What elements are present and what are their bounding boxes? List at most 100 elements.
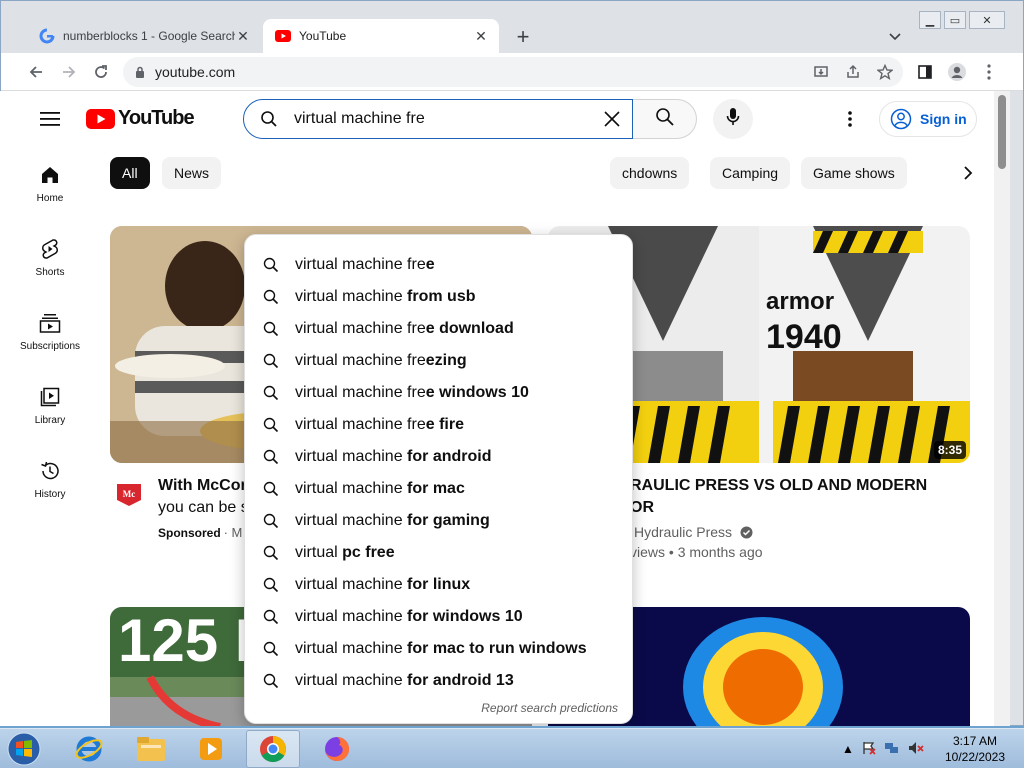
media-player-icon[interactable] (184, 730, 238, 768)
firefox-icon[interactable] (310, 730, 364, 768)
back-button[interactable] (22, 58, 50, 86)
action-center-flag-icon[interactable] (862, 741, 876, 758)
history-icon (39, 459, 61, 483)
suggestion-item[interactable]: virtual machine for gaming (245, 505, 632, 537)
video-duration-badge: 8:35 (933, 441, 966, 459)
volume-muted-icon[interactable] (908, 741, 924, 758)
suggestion-item[interactable]: virtual machine fre e windows 10 (245, 377, 632, 409)
sidebar-item-home[interactable]: Home (4, 147, 96, 221)
chip-game-shows[interactable]: Game shows (801, 157, 907, 189)
search-icon (263, 673, 279, 689)
suggestion-item[interactable]: virtual machine fre ezing (245, 345, 632, 377)
suggestion-item[interactable]: virtual machine from usb (245, 281, 632, 313)
advertiser-logo[interactable]: Mc (113, 480, 145, 508)
address-bar[interactable]: youtube.com (123, 57, 903, 87)
chevron-right-icon[interactable] (952, 157, 984, 189)
suggestion-prefix: virtual machine (295, 640, 408, 657)
internet-explorer-icon[interactable] (62, 730, 116, 768)
suggestion-item[interactable]: virtual pc free (245, 537, 632, 569)
suggestion-completion: pc free (342, 544, 395, 561)
sidebar-item-history[interactable]: History (4, 443, 96, 517)
page-scrollbar[interactable] (994, 91, 1010, 726)
filter-chips-bar: All News chdowns Camping Game shows (110, 157, 980, 189)
chrome-icon[interactable] (246, 730, 300, 768)
suggestion-item[interactable]: virtual machine fre e (245, 249, 632, 281)
system-clock[interactable]: 3:17 AM 10/22/2023 (940, 733, 1010, 765)
suggestion-completion: e windows 10 (425, 384, 529, 401)
microphone-icon (726, 107, 740, 132)
bookmark-star-icon[interactable] (871, 58, 899, 86)
profile-avatar-icon[interactable] (943, 58, 971, 86)
browser-toolbar: youtube.com (1, 53, 1023, 91)
close-tab-icon[interactable]: ✕ (235, 28, 251, 44)
suggestion-item[interactable]: virtual machine for android 13 (245, 665, 632, 697)
file-explorer-icon[interactable] (124, 730, 178, 768)
hamburger-menu-icon[interactable] (36, 105, 64, 133)
maximize-button[interactable]: ▭ (944, 11, 966, 29)
suggestion-item[interactable]: virtual machine for windows 10 (245, 601, 632, 633)
report-predictions-link[interactable]: Report search predictions (481, 701, 618, 715)
sidebar-item-library[interactable]: Library (4, 369, 96, 443)
suggestion-prefix: virtual machine (295, 288, 408, 305)
chip-news[interactable]: News (162, 157, 222, 189)
video-title[interactable]: With McCor (158, 475, 247, 497)
chrome-menu-icon[interactable] (975, 58, 1003, 86)
suggestion-completion: from usb (407, 288, 476, 305)
video-title[interactable]: RAULIC PRESS VS OLD AND MODERN (630, 475, 927, 497)
sidebar-item-subscriptions[interactable]: Subscriptions (4, 295, 96, 369)
youtube-logo[interactable]: YouTube (86, 107, 195, 130)
network-icon[interactable] (884, 741, 900, 758)
channel-name-text: Hydraulic Press (634, 524, 733, 540)
voice-search-button[interactable] (713, 99, 753, 139)
tab-title: YouTube (299, 29, 347, 43)
sidebar-item-label: Home (36, 193, 64, 204)
lock-icon (135, 66, 145, 78)
chip-camping[interactable]: Camping (710, 157, 791, 189)
search-button[interactable] (633, 99, 697, 139)
install-icon[interactable] (807, 58, 835, 86)
search-input[interactable]: virtual machine fre (243, 99, 633, 139)
youtube-icon (275, 28, 291, 44)
suggestion-item[interactable]: virtual machine for linux (245, 569, 632, 601)
suggestion-item[interactable]: virtual machine for mac (245, 473, 632, 505)
sidebar-item-shorts[interactable]: Shorts (4, 221, 96, 295)
side-panel-icon[interactable] (911, 58, 939, 86)
video-title-line2[interactable]: OR (630, 497, 654, 519)
suggestion-prefix: virtual machine fre (295, 352, 426, 369)
suggestion-item[interactable]: virtual machine fre e fire (245, 409, 632, 441)
channel-name[interactable]: Hydraulic Press (634, 522, 753, 544)
search-icon (263, 545, 279, 561)
search-suggestions-dropdown: virtual machine fre e virtual machine from… (244, 234, 633, 724)
minimize-button[interactable]: ▁ (919, 11, 941, 29)
shorts-icon (41, 237, 59, 261)
video-title-line2[interactable]: you can be s (158, 497, 249, 519)
share-icon[interactable] (839, 58, 867, 86)
suggestion-item[interactable]: virtual machine for mac to run windows (245, 633, 632, 665)
suggestion-completion: for android 13 (407, 672, 514, 689)
suggestion-prefix: virtual machine (295, 576, 408, 593)
system-tray: ▲ (842, 729, 924, 768)
reload-button[interactable] (87, 58, 115, 86)
google-icon (39, 28, 55, 44)
chip-countdowns[interactable]: chdowns (610, 157, 690, 189)
sidebar-item-label: Library (34, 415, 66, 426)
sign-in-button[interactable]: Sign in (879, 101, 977, 137)
show-hidden-icons-icon[interactable]: ▲ (842, 742, 854, 756)
tab-google-search[interactable]: numberblocks 1 - Google Search ✕ (27, 19, 261, 53)
start-button[interactable] (4, 730, 44, 768)
suggestion-item[interactable]: virtual machine for android (245, 441, 632, 473)
clear-search-icon[interactable] (592, 110, 632, 128)
scrollbar-thumb[interactable] (998, 95, 1006, 169)
tab-search-icon[interactable] (881, 25, 909, 49)
close-tab-icon[interactable]: ✕ (473, 28, 489, 44)
forward-button[interactable] (55, 58, 83, 86)
suggestion-item[interactable]: virtual machine fre e download (245, 313, 632, 345)
chip-all[interactable]: All (110, 157, 150, 189)
window-close-button[interactable]: ✕ (969, 11, 1005, 29)
tab-youtube[interactable]: YouTube ✕ (263, 19, 499, 53)
suggestion-completion: for mac to run windows (407, 640, 587, 657)
new-tab-button[interactable]: + (509, 23, 537, 51)
suggestion-completion: for mac (407, 480, 465, 497)
settings-menu-icon[interactable] (836, 105, 864, 133)
search-icon (263, 449, 279, 465)
